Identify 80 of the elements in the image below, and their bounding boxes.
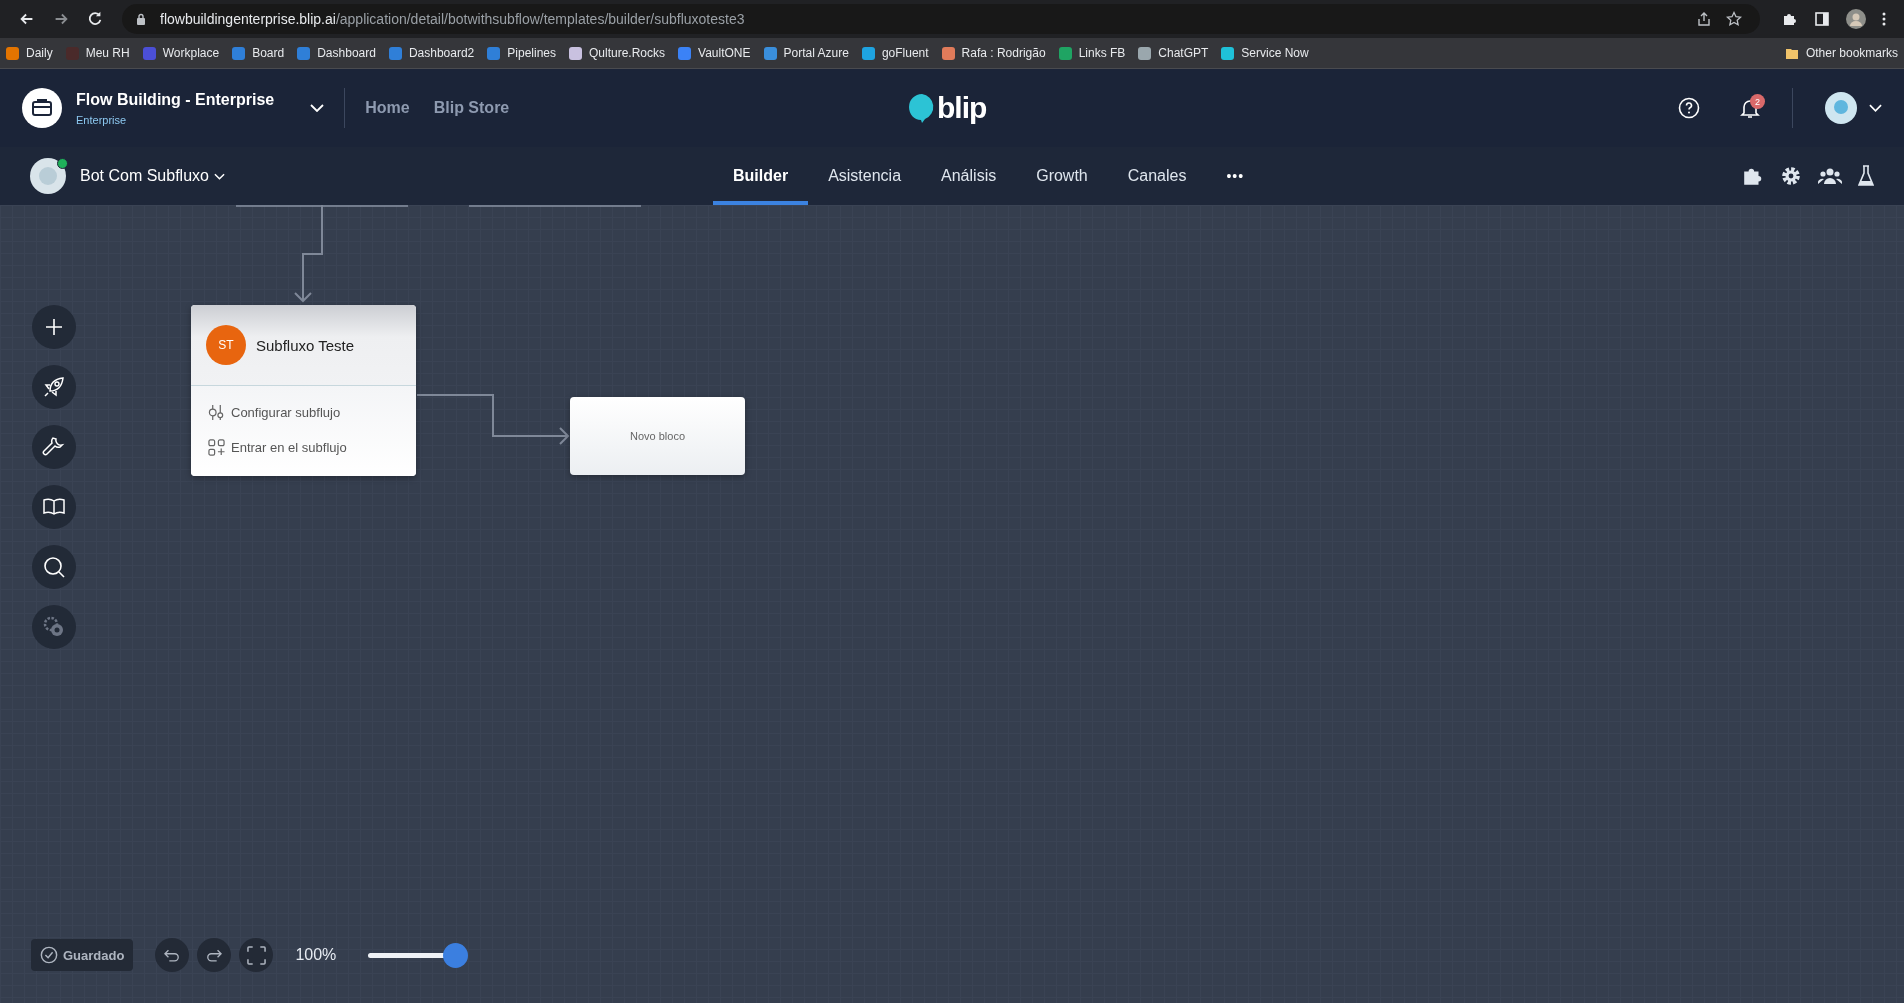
rocket-icon bbox=[42, 375, 66, 399]
bot-selector[interactable]: Bot Com Subfluxo bbox=[80, 167, 225, 185]
avatar-icon[interactable] bbox=[1825, 92, 1857, 124]
bot-avatar-icon bbox=[30, 158, 66, 194]
bookmark[interactable]: Daily bbox=[6, 46, 53, 60]
notification-badge: 2 bbox=[1750, 94, 1765, 109]
bookmark[interactable]: Dashboard bbox=[297, 46, 376, 60]
bookmark[interactable]: Rafa : Rodrigão bbox=[941, 46, 1046, 60]
add-button[interactable] bbox=[32, 305, 76, 349]
bookmark[interactable]: Workplace bbox=[142, 46, 220, 60]
initials-avatar: ST bbox=[206, 325, 246, 365]
wrench-button[interactable] bbox=[32, 425, 76, 469]
bookmark[interactable]: Pipelines bbox=[487, 46, 556, 60]
tab[interactable]: Growth bbox=[1016, 147, 1108, 205]
chevron-down-icon bbox=[213, 172, 225, 180]
subflow-block[interactable]: ST Subfluxo Teste Configurar subflujo Entrar en el subflujo bbox=[191, 305, 416, 476]
undo-button[interactable] bbox=[155, 938, 190, 972]
chevron-down-icon[interactable] bbox=[1869, 104, 1882, 112]
sliders-icon bbox=[208, 404, 225, 421]
subflow-action[interactable]: Configurar subflujo bbox=[208, 404, 399, 421]
bookmark[interactable]: Dashboard2 bbox=[388, 46, 475, 60]
redo-icon bbox=[206, 948, 223, 962]
folder-icon bbox=[1784, 46, 1799, 60]
flask-icon[interactable] bbox=[1858, 165, 1874, 187]
fullscreen-icon bbox=[246, 945, 266, 965]
undo-icon bbox=[164, 948, 181, 962]
wrench-icon bbox=[42, 435, 66, 459]
bookmark[interactable]: Service Now bbox=[1221, 46, 1309, 60]
bookmark[interactable]: VaultONE bbox=[678, 46, 751, 60]
fullscreen-button[interactable] bbox=[239, 938, 274, 972]
url-text: flowbuildingenterprise.blip.ai/application/detail/botwithsubflow/templates/builder/subfluxoteste3 bbox=[160, 11, 745, 27]
bookmark[interactable]: Links FB bbox=[1058, 46, 1126, 60]
other-bookmarks[interactable]: Other bookmarks bbox=[1784, 46, 1898, 60]
search-icon bbox=[42, 555, 66, 579]
workspace-subtitle: Enterprise bbox=[76, 113, 128, 126]
slider-thumb[interactable] bbox=[443, 942, 469, 968]
menu-icon[interactable] bbox=[1882, 11, 1886, 27]
more-button[interactable]: ••• bbox=[1206, 147, 1265, 205]
reload-icon[interactable] bbox=[86, 10, 104, 28]
chevron-down-icon[interactable] bbox=[310, 104, 325, 112]
star-icon[interactable] bbox=[1726, 11, 1742, 27]
grid-plus-icon bbox=[208, 439, 225, 456]
workspace-title: Flow Building - Enterprise bbox=[76, 90, 275, 109]
bookmark[interactable]: goFluent bbox=[861, 46, 929, 60]
tab[interactable]: Asistencia bbox=[808, 147, 922, 205]
briefcase-icon bbox=[22, 88, 62, 128]
search-button[interactable] bbox=[32, 545, 76, 589]
nav-link[interactable]: Home bbox=[365, 99, 410, 117]
side-panel-icon[interactable] bbox=[1814, 11, 1830, 27]
flow-block[interactable]: Novo bloco bbox=[570, 397, 745, 475]
blip-logo[interactable]: blip bbox=[908, 91, 987, 125]
subflow-action[interactable]: Entrar en el subflujo bbox=[208, 439, 399, 456]
team-icon[interactable] bbox=[1818, 167, 1842, 185]
help-icon[interactable] bbox=[1678, 97, 1700, 119]
bell-icon[interactable] bbox=[1740, 97, 1760, 119]
redo-button[interactable] bbox=[197, 938, 232, 972]
puzzle-icon[interactable] bbox=[1782, 11, 1798, 27]
profile-avatar-icon[interactable] bbox=[1846, 9, 1866, 29]
address-bar[interactable]: flowbuildingenterprise.blip.ai/application/detail/botwithsubflow/templates/builder/subfluxoteste3 bbox=[122, 4, 1760, 34]
bookmark[interactable]: Qulture.Rocks bbox=[569, 46, 666, 60]
online-dot bbox=[57, 158, 68, 169]
bookmark[interactable]: Meu RH bbox=[65, 46, 130, 60]
share-icon[interactable] bbox=[1696, 11, 1712, 27]
plus-icon bbox=[44, 317, 64, 337]
nav-link[interactable]: Blip Store bbox=[433, 99, 510, 117]
check-circle-icon bbox=[40, 946, 58, 964]
block-title: Subfluxo Teste bbox=[256, 336, 355, 354]
bookmark[interactable]: ChatGPT bbox=[1138, 46, 1209, 60]
book-icon bbox=[42, 497, 66, 517]
settings-icon[interactable] bbox=[1780, 165, 1802, 187]
tab[interactable]: Canales bbox=[1107, 147, 1207, 205]
lock-icon bbox=[136, 13, 146, 25]
book-button[interactable] bbox=[32, 485, 76, 529]
zoom-level: 100% bbox=[295, 946, 337, 964]
bookmark[interactable]: Portal Azure bbox=[763, 46, 849, 60]
zoom-slider[interactable] bbox=[368, 942, 469, 968]
bookmark[interactable]: Board bbox=[232, 46, 285, 60]
tab[interactable]: Análisis bbox=[921, 147, 1017, 205]
saved-status: Guardado bbox=[31, 939, 134, 971]
rocket-button[interactable] bbox=[32, 365, 76, 409]
